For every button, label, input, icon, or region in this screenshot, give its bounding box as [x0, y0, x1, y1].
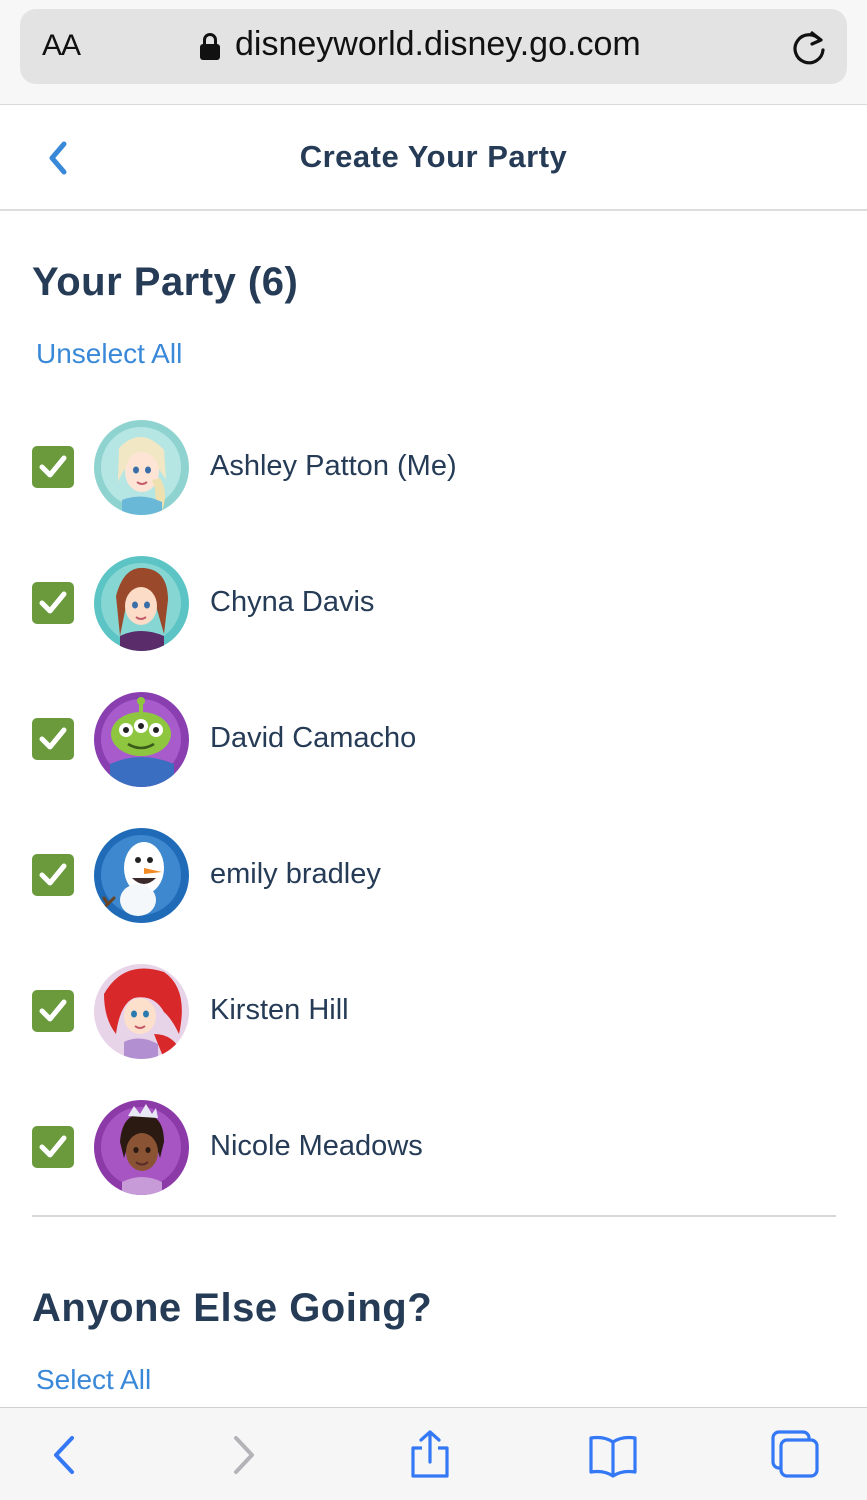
bookmarks-icon[interactable]: [588, 1430, 638, 1480]
olaf-avatar: [94, 828, 189, 923]
page-title: Create Your Party: [299, 139, 568, 174]
select-all-link[interactable]: Select All: [36, 1364, 151, 1396]
party-member-row[interactable]: Nicole Meadows: [0, 1098, 867, 1198]
elsa-avatar: [94, 420, 189, 515]
text-size-icon[interactable]: AA: [42, 29, 81, 63]
tiana-avatar: [94, 1100, 189, 1195]
party-member-row[interactable]: Chyna Davis: [0, 554, 867, 654]
address-bar[interactable]: AA disneyworld.disney.go.com: [20, 9, 847, 84]
back-icon[interactable]: [40, 1430, 90, 1480]
ariel-avatar: [94, 964, 189, 1059]
checkbox-checked[interactable]: [32, 990, 74, 1032]
anyone-else-title: Anyone Else Going?: [32, 1286, 433, 1330]
member-name: Chyna Davis: [210, 586, 375, 618]
member-name: Kirsten Hill: [210, 994, 349, 1026]
anna-avatar: [94, 556, 189, 651]
party-member-row[interactable]: Kirsten Hill: [0, 962, 867, 1062]
app-header: Create Your Party: [0, 106, 867, 211]
browser-address-bar-area: AA disneyworld.disney.go.com: [0, 0, 867, 105]
section-divider: [32, 1215, 836, 1217]
alien-avatar: [94, 692, 189, 787]
checkbox-checked[interactable]: [32, 1126, 74, 1168]
checkbox-checked[interactable]: [32, 582, 74, 624]
member-name: Nicole Meadows: [210, 1130, 423, 1162]
forward-icon[interactable]: [220, 1430, 270, 1480]
party-member-row[interactable]: emily bradley: [0, 826, 867, 926]
party-member-row[interactable]: David Camacho: [0, 690, 867, 790]
reload-icon[interactable]: [790, 28, 828, 66]
checkbox-checked[interactable]: [32, 718, 74, 760]
your-party-title: Your Party (6): [32, 260, 299, 304]
text-size-label: AA: [42, 29, 81, 62]
lock-icon: [200, 33, 220, 61]
checkbox-checked[interactable]: [32, 854, 74, 896]
member-name: David Camacho: [210, 722, 417, 754]
checkbox-checked[interactable]: [32, 446, 74, 488]
url-text[interactable]: disneyworld.disney.go.com: [235, 25, 641, 64]
member-name: Ashley Patton (Me): [210, 450, 457, 482]
browser-toolbar: [0, 1407, 867, 1500]
party-member-row[interactable]: Ashley Patton (Me): [0, 418, 867, 518]
tabs-icon[interactable]: [770, 1430, 820, 1480]
unselect-all-link[interactable]: Unselect All: [36, 338, 182, 370]
member-name: emily bradley: [210, 858, 381, 890]
share-icon[interactable]: [405, 1430, 455, 1480]
